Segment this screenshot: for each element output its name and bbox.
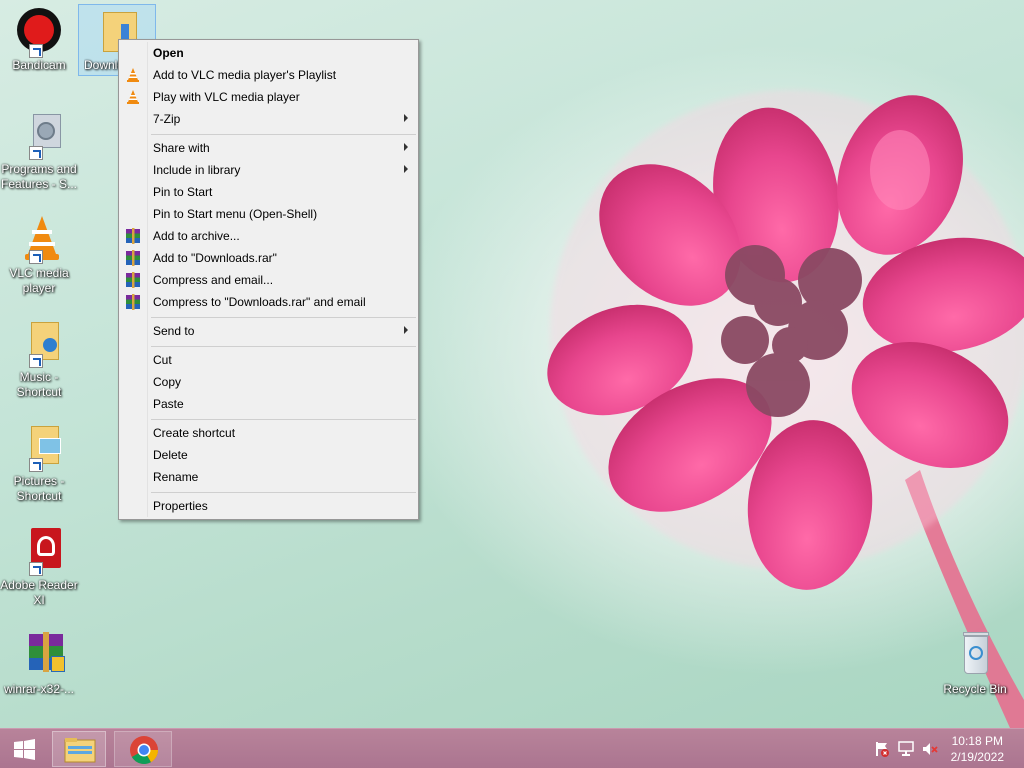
- volume-muted-icon[interactable]: [922, 741, 938, 757]
- desktop-icon-label: Bandicam: [12, 58, 66, 72]
- menu-separator: [151, 492, 416, 493]
- desktop-icon-bandicam[interactable]: Bandicam: [0, 8, 78, 73]
- submenu-arrow-icon: [404, 143, 408, 151]
- menu-item-share-with[interactable]: Share with: [121, 137, 416, 159]
- clock-date: 2/19/2022: [950, 750, 1004, 764]
- winrar-icon: [125, 294, 141, 310]
- menu-item-add-to-downloads-rar[interactable]: Add to "Downloads.rar": [121, 247, 416, 269]
- adobe-reader-icon: [15, 528, 63, 576]
- desktop-icon-label: VLC media player: [9, 266, 69, 295]
- menu-separator: [151, 317, 416, 318]
- music-folder-icon: [15, 320, 63, 368]
- submenu-arrow-icon: [404, 114, 408, 122]
- bandicam-icon: [15, 8, 63, 58]
- menu-item-compress-to-rar-and-email[interactable]: Compress to "Downloads.rar" and email: [121, 291, 416, 313]
- menu-item-create-shortcut[interactable]: Create shortcut: [121, 422, 416, 444]
- menu-item-cut[interactable]: Cut: [121, 349, 416, 371]
- desktop-icon-recycle-bin[interactable]: Recycle Bin: [936, 632, 1014, 697]
- pictures-folder-icon: [15, 424, 63, 472]
- menu-item-pin-to-start[interactable]: Pin to Start: [121, 181, 416, 203]
- menu-item-properties[interactable]: Properties: [121, 495, 416, 517]
- action-center-flag-icon[interactable]: [874, 741, 890, 757]
- winrar-icon: [125, 228, 141, 244]
- vlc-cone-icon: [125, 89, 141, 105]
- taskbar: 10:18 PM 2/19/2022: [0, 728, 1024, 768]
- desktop-icon-label: Pictures - Shortcut: [13, 474, 65, 503]
- menu-item-rename[interactable]: Rename: [121, 466, 416, 488]
- menu-item-compress-and-email[interactable]: Compress and email...: [121, 269, 416, 291]
- menu-item-vlc-add-playlist[interactable]: Add to VLC media player's Playlist: [121, 64, 416, 86]
- menu-separator: [151, 419, 416, 420]
- winrar-icon: [125, 272, 141, 288]
- menu-item-vlc-play[interactable]: Play with VLC media player: [121, 86, 416, 108]
- desktop-icon-label: Music - Shortcut: [16, 370, 62, 399]
- taskbar-file-explorer[interactable]: [52, 731, 106, 767]
- menu-item-include-in-library[interactable]: Include in library: [121, 159, 416, 181]
- desktop-icon-music[interactable]: Music - Shortcut: [0, 320, 78, 400]
- menu-item-send-to[interactable]: Send to: [121, 320, 416, 342]
- desktop-icon-label: Adobe Reader XI: [0, 578, 78, 607]
- programs-features-icon: [15, 112, 63, 160]
- vlc-cone-icon: [125, 67, 141, 83]
- desktop-icon-adobe-reader[interactable]: Adobe Reader XI: [0, 528, 78, 608]
- menu-separator: [151, 346, 416, 347]
- desktop[interactable]: Bandicam Downloads Programs and Features…: [0, 0, 1024, 728]
- menu-separator: [151, 134, 416, 135]
- file-explorer-icon: [64, 738, 96, 763]
- recycle-bin-icon: [951, 632, 999, 680]
- submenu-arrow-icon: [404, 165, 408, 173]
- winrar-icon: [125, 250, 141, 266]
- menu-item-add-to-archive[interactable]: Add to archive...: [121, 225, 416, 247]
- start-button[interactable]: [4, 731, 44, 767]
- menu-item-copy[interactable]: Copy: [121, 371, 416, 393]
- menu-item-pin-to-start-open-shell[interactable]: Pin to Start menu (Open-Shell): [121, 203, 416, 225]
- desktop-icon-programs-features[interactable]: Programs and Features - S...: [0, 112, 78, 192]
- desktop-icon-vlc[interactable]: VLC media player: [0, 216, 78, 296]
- menu-item-7zip[interactable]: 7-Zip: [121, 108, 416, 130]
- menu-item-paste[interactable]: Paste: [121, 393, 416, 415]
- submenu-arrow-icon: [404, 326, 408, 334]
- network-icon[interactable]: [898, 741, 914, 757]
- desktop-icon-label: Programs and Features - S...: [0, 162, 78, 191]
- desktop-icon-pictures[interactable]: Pictures - Shortcut: [0, 424, 78, 504]
- desktop-icon-winrar[interactable]: winrar-x32-...: [0, 632, 78, 697]
- tray-clock[interactable]: 10:18 PM 2/19/2022: [951, 733, 1004, 765]
- desktop-icon-label: Recycle Bin: [943, 682, 1007, 696]
- clock-time: 10:18 PM: [951, 734, 1003, 748]
- taskbar-chrome[interactable]: [114, 731, 172, 767]
- menu-item-open[interactable]: Open: [121, 42, 416, 64]
- windows-start-icon: [14, 739, 35, 760]
- desktop-icon-label: winrar-x32-...: [3, 682, 74, 696]
- menu-item-delete[interactable]: Delete: [121, 444, 416, 466]
- chrome-icon: [130, 736, 158, 764]
- winrar-icon: [15, 632, 65, 680]
- vlc-cone-icon: [15, 216, 63, 264]
- context-menu: Open Add to VLC media player's Playlist …: [118, 39, 419, 520]
